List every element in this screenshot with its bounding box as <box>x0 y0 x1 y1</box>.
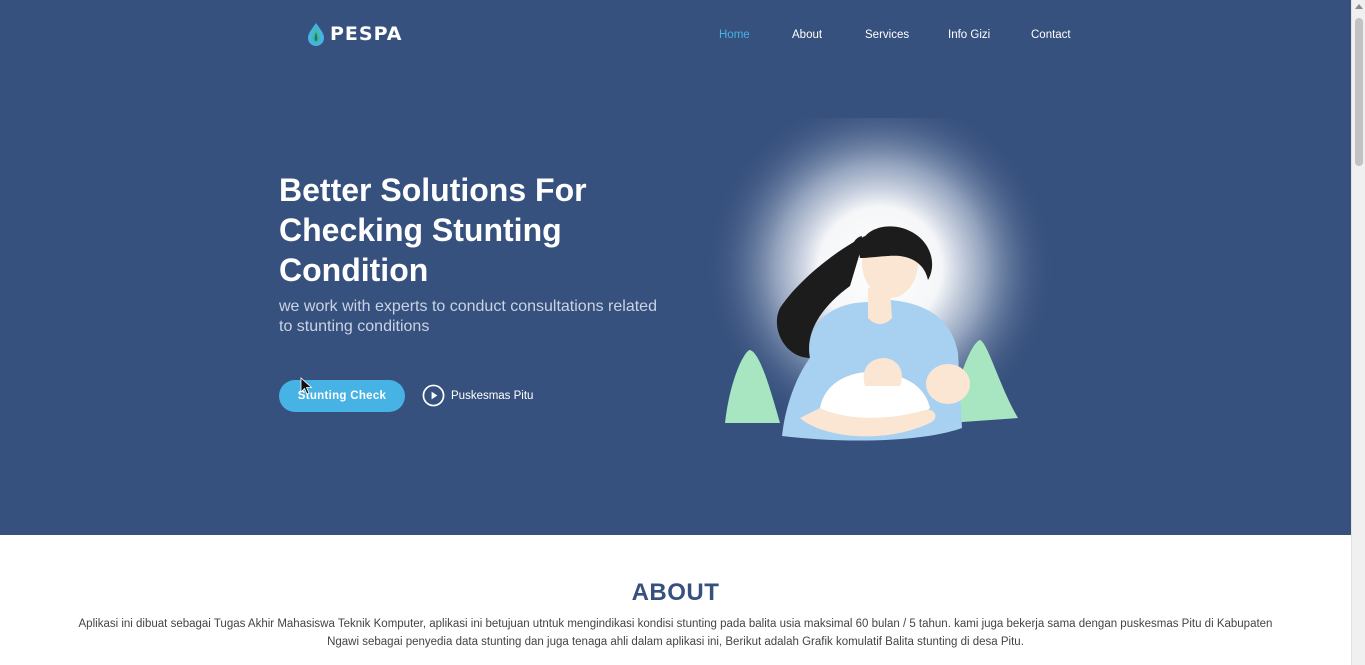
mouse-cursor-icon <box>300 377 313 395</box>
play-circle-icon <box>422 384 445 407</box>
page-viewport: PESPA Home About Services Info Gizi Cont… <box>0 0 1351 665</box>
hero-title: Better Solutions For Checking Stunting C… <box>279 172 587 288</box>
nav-item-about[interactable]: About <box>792 29 822 41</box>
hero-section: PESPA Home About Services Info Gizi Cont… <box>0 0 1351 535</box>
nav-item-services[interactable]: Services <box>865 29 909 41</box>
mother-nursing-baby-illustration <box>705 118 1050 443</box>
nav-item-home[interactable]: Home <box>719 29 750 41</box>
stunting-check-button[interactable]: Stunting Check <box>279 380 405 412</box>
puskesmas-video-link[interactable]: Puskesmas Pitu <box>422 384 533 407</box>
about-section: ABOUT Aplikasi ini dibuat sebagai Tugas … <box>0 535 1351 665</box>
about-title: ABOUT <box>631 579 720 606</box>
scrollbar-thumb[interactable] <box>1355 18 1363 166</box>
hero-subtitle: we work with experts to conduct consulta… <box>279 298 657 335</box>
nav-item-info-gizi[interactable]: Info Gizi <box>948 29 990 41</box>
scroll-up-arrow-icon[interactable] <box>1355 4 1363 9</box>
main-navigation: Home About Services Info Gizi Contact <box>0 29 1351 45</box>
vertical-scrollbar[interactable] <box>1351 0 1365 665</box>
about-description: Aplikasi ini dibuat sebagai Tugas Akhir … <box>78 618 1273 648</box>
video-link-label: Puskesmas Pitu <box>451 389 534 402</box>
nav-item-contact[interactable]: Contact <box>1031 29 1071 41</box>
